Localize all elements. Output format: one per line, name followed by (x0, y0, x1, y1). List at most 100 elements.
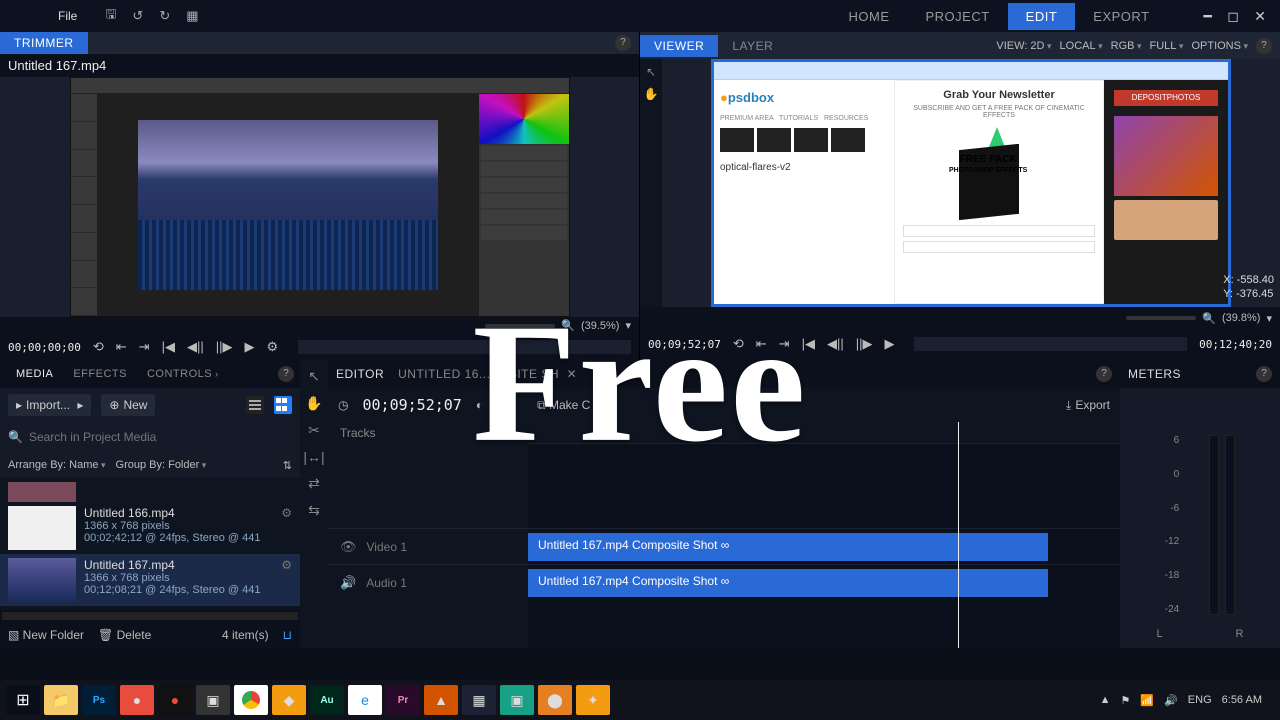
list-item[interactable]: Untitled 167.mp4 1366 x 768 pixels 00;12… (0, 554, 300, 606)
viewer-ruler[interactable] (914, 337, 1187, 351)
in-point-icon[interactable]: ⇤ (756, 336, 767, 352)
premiere-icon[interactable]: Pr (386, 685, 420, 715)
app-icon[interactable]: ● (120, 685, 154, 715)
editor-clip-tab[interactable]: UNTITLED 16...POSITE SH ✕ (398, 367, 577, 381)
tab-media[interactable]: MEDIA (6, 364, 63, 384)
chrome-icon[interactable] (234, 685, 268, 715)
magnet-icon[interactable]: ⊔ (283, 628, 292, 642)
arrange-drop[interactable]: Arrange By: Name (8, 459, 106, 471)
list-view-icon[interactable] (246, 396, 264, 414)
playhead[interactable] (958, 422, 959, 648)
undo-icon[interactable]: ↺ (132, 8, 143, 24)
ie-icon[interactable]: e (348, 685, 382, 715)
prev-frame-icon[interactable]: ◀|| (827, 336, 844, 352)
nav-home[interactable]: HOME (831, 3, 908, 30)
tray-volume-icon[interactable]: 🔊 (1164, 694, 1178, 707)
timeline-ruler[interactable] (528, 422, 1120, 444)
delete-button[interactable]: 🗑 Delete (98, 628, 151, 642)
tray-up-icon[interactable]: ▲ (1100, 694, 1111, 706)
trimmer-tab[interactable]: TRIMMER (0, 32, 88, 54)
go-start-icon[interactable]: |◀ (162, 339, 175, 355)
loop-icon[interactable]: ⟲ (93, 339, 104, 355)
eye-icon[interactable]: 👁 (340, 539, 357, 555)
snap-tool-icon[interactable]: |↔| (303, 449, 324, 465)
zoom-search-icon[interactable]: 🔍 (1202, 312, 1216, 325)
viewer-preview[interactable]: ●psdbox PREMIUM AREA TUTORIALS RESOURCES… (662, 59, 1280, 307)
out-point-icon[interactable]: ⇥ (779, 336, 790, 352)
trimmer-ruler[interactable] (298, 340, 631, 354)
clock-icon[interactable]: ◷ (338, 398, 348, 412)
track-header-audio[interactable]: 🔊 Audio 1 (328, 564, 528, 600)
prev-frame-icon[interactable]: ◀|| (187, 339, 204, 355)
make-composite-button[interactable]: ⧉ Make C (537, 398, 590, 413)
zoom-search-icon[interactable]: 🔍 (561, 319, 575, 332)
app-icon[interactable]: ▣ (196, 685, 230, 715)
tray-flag-icon[interactable]: ⚑ (1121, 694, 1131, 707)
sort-icon[interactable]: ⇅ (283, 459, 292, 472)
trimmer-preview[interactable] (0, 77, 639, 317)
editor-timecode[interactable]: 00;09;52;07 (362, 396, 461, 414)
app-icon[interactable]: ▲ (424, 685, 458, 715)
zoom-chevron-icon[interactable]: ▾ (1266, 312, 1272, 325)
grid-view-icon[interactable] (274, 396, 292, 414)
audio-clip[interactable]: Untitled 167.mp4 Composite Shot ∞ (528, 569, 1048, 597)
play-icon[interactable]: ▶ (884, 336, 894, 352)
scrollbar[interactable] (2, 612, 298, 620)
menu-file[interactable]: File (58, 9, 77, 23)
nav-export[interactable]: EXPORT (1075, 3, 1167, 30)
select-tool-icon[interactable]: ↖ (308, 368, 320, 385)
audition-icon[interactable]: Au (310, 685, 344, 715)
local-drop[interactable]: LOCAL (1060, 40, 1103, 52)
video-clip[interactable]: Untitled 167.mp4 Composite Shot ∞ (528, 533, 1048, 561)
new-button[interactable]: ⊕ New (101, 394, 155, 416)
grid-icon[interactable]: ▦ (186, 8, 198, 24)
minimize-icon[interactable]: ━ (1204, 8, 1212, 24)
app-icon[interactable]: ⬤ (538, 685, 572, 715)
save-icon[interactable]: 🖫 (105, 5, 116, 27)
new-folder-button[interactable]: ▧ New Folder (8, 628, 84, 642)
tray-lang[interactable]: ENG (1188, 694, 1212, 706)
viewer-tab[interactable]: VIEWER (640, 35, 718, 57)
export-button[interactable]: ⤓ Export (1066, 398, 1110, 413)
list-item[interactable] (0, 478, 300, 502)
zoom-slider[interactable] (485, 324, 555, 328)
link-tool-icon[interactable]: ⇆ (308, 502, 320, 519)
app-icon[interactable]: ◆ (272, 685, 306, 715)
play-icon[interactable]: ▶ (244, 339, 254, 355)
hitfilm-icon[interactable]: ✦ (576, 685, 610, 715)
start-button[interactable]: ⊞ (6, 685, 40, 715)
out-point-icon[interactable]: ⇥ (139, 339, 150, 355)
slice-tool-icon[interactable]: ✂ (308, 422, 320, 439)
audio-track[interactable]: Untitled 167.mp4 Composite Shot ∞ (528, 564, 1120, 600)
options-drop[interactable]: OPTIONS (1191, 40, 1248, 52)
help-icon[interactable]: ? (278, 366, 294, 382)
loop-icon[interactable]: ⟲ (733, 336, 744, 352)
group-drop[interactable]: Group By: Folder (116, 459, 207, 471)
full-drop[interactable]: FULL (1150, 40, 1184, 52)
tray-network-icon[interactable]: 📶 (1140, 694, 1154, 707)
app-icon[interactable]: ▦ (462, 685, 496, 715)
app-icon[interactable]: ▣ (500, 685, 534, 715)
track-header-video[interactable]: 👁 Video 1 (328, 528, 528, 564)
rgb-drop[interactable]: RGB (1111, 40, 1142, 52)
layer-tab[interactable]: LAYER (718, 35, 787, 57)
maximize-icon[interactable]: ◻ (1227, 8, 1239, 24)
tab-effects[interactable]: EFFECTS (63, 364, 137, 384)
explorer-icon[interactable]: 📁 (44, 685, 78, 715)
zoom-chevron-icon[interactable]: ▾ (625, 319, 631, 332)
photoshop-icon[interactable]: Ps (82, 685, 116, 715)
go-start-icon[interactable]: |◀ (802, 336, 815, 352)
nav-edit[interactable]: EDIT (1008, 3, 1076, 30)
zoom-slider[interactable] (1126, 316, 1196, 320)
next-frame-icon[interactable]: ||▶ (216, 339, 233, 355)
help-icon[interactable]: ? (615, 35, 631, 51)
marker-icon[interactable]: ◐ (476, 398, 483, 412)
search-input[interactable] (29, 430, 292, 444)
in-point-icon[interactable]: ⇤ (116, 339, 127, 355)
video-track[interactable]: Untitled 167.mp4 Composite Shot ∞ (528, 528, 1120, 564)
gear-icon[interactable]: ⚙ (281, 558, 292, 572)
tray-time[interactable]: 6:56 AM (1222, 694, 1262, 706)
redo-icon[interactable]: ↻ (159, 8, 170, 24)
editor-tab[interactable]: EDITOR (336, 367, 384, 381)
help-icon[interactable]: ? (1256, 38, 1272, 54)
